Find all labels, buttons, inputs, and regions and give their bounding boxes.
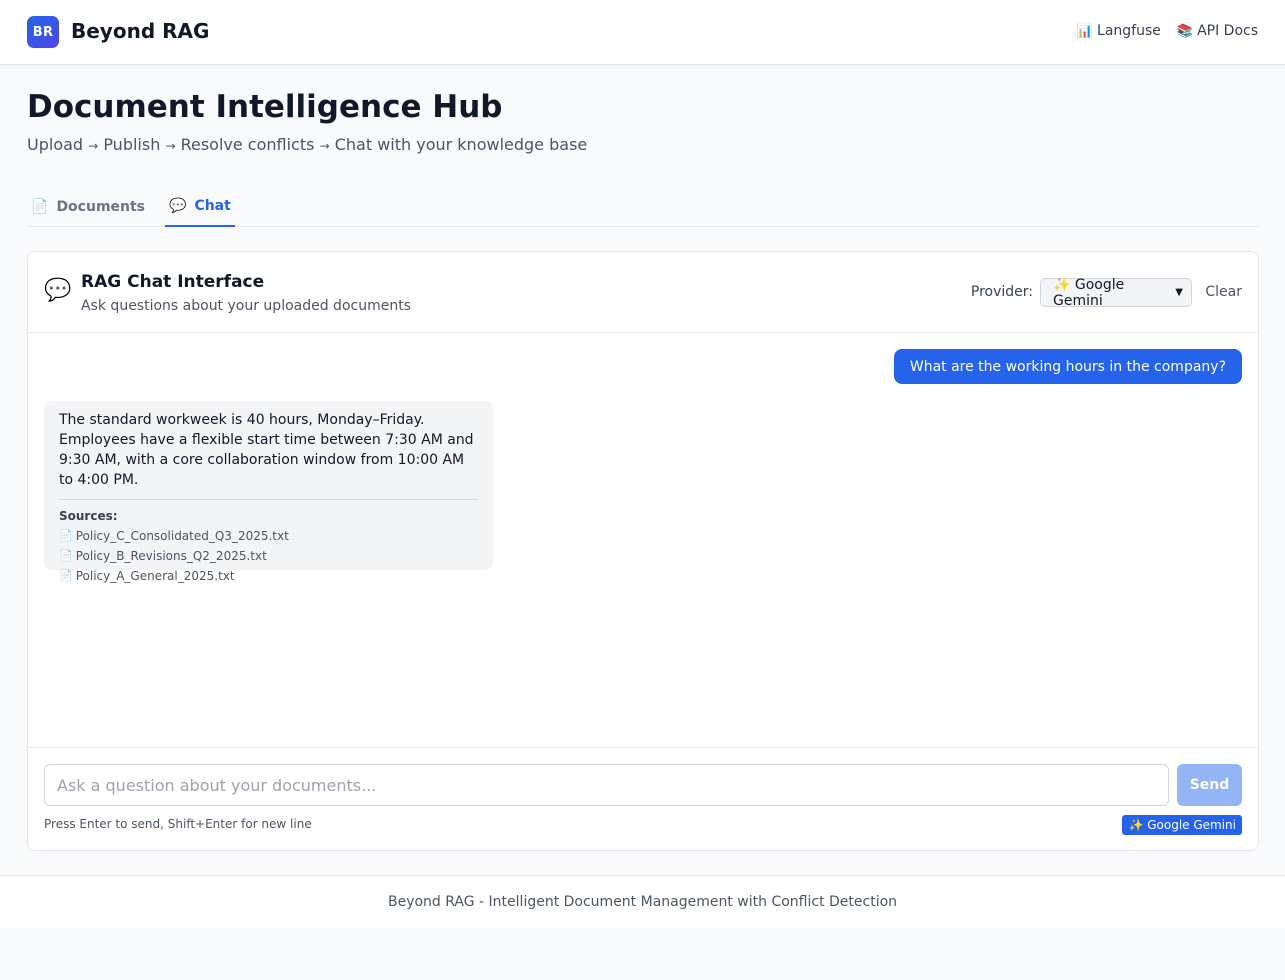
header-links: 📊 Langfuse 📚 API Docs	[1077, 23, 1258, 39]
step-resolve: Resolve conflicts	[180, 135, 315, 154]
langfuse-link[interactable]: 📊 Langfuse	[1077, 23, 1161, 39]
source-filename: Policy_B_Revisions_Q2_2025.txt	[75, 549, 267, 563]
provider-badge: ✨ Google Gemini	[1122, 815, 1242, 835]
top-navbar: BR Beyond RAG 📊 Langfuse 📚 API Docs	[0, 0, 1285, 65]
provider-select-value: ✨ Google Gemini	[1053, 276, 1125, 309]
brand-name[interactable]: Beyond RAG	[71, 19, 209, 43]
api-docs-link[interactable]: 📚 API Docs	[1177, 23, 1258, 39]
provider-select[interactable]: ✨ Google Gemini ▼	[1040, 276, 1192, 309]
clear-button[interactable]: Clear	[1205, 284, 1242, 300]
tab-documents[interactable]: 📄 Documents	[27, 186, 149, 227]
chat-subtitle: Ask questions about your uploaded docume…	[81, 298, 411, 314]
arrow-icon: →	[165, 139, 176, 153]
speech-bubble-icon: 💬	[44, 278, 72, 303]
books-icon: 📚	[1176, 23, 1194, 39]
chat-panel: 💬 RAG Chat Interface Ask questions about…	[27, 251, 1259, 851]
source-item[interactable]: 📄 Policy_C_Consolidated_Q3_2025.txt	[59, 526, 478, 546]
chevron-down-icon: ▼	[1175, 287, 1183, 298]
assistant-message: The standard workweek is 40 hours, Monda…	[44, 401, 493, 583]
source-filename: Policy_C_Consolidated_Q3_2025.txt	[75, 529, 289, 543]
tab-chat[interactable]: 💬 Chat	[165, 186, 235, 227]
footer-text: Beyond RAG - Intelligent Document Manage…	[387, 894, 898, 910]
assistant-message-text: The standard workweek is 40 hours, Monda…	[59, 412, 474, 488]
document-icon: 📄	[59, 549, 73, 562]
tab-chat-label: Chat	[194, 197, 231, 214]
arrow-icon: →	[88, 139, 99, 153]
speech-bubble-icon: 💬	[169, 197, 187, 214]
source-item[interactable]: 📄 Policy_B_Revisions_Q2_2025.txt	[59, 546, 478, 566]
tab-documents-label: Documents	[56, 198, 146, 215]
page-subtitle: Upload → Publish → Resolve conflicts → C…	[27, 135, 587, 154]
send-button[interactable]: Send	[1177, 764, 1242, 806]
langfuse-link-label: Langfuse	[1097, 23, 1161, 39]
user-message: What are the working hours in the compan…	[893, 349, 1242, 384]
brand-logo[interactable]: BR	[27, 16, 59, 48]
api-docs-link-label: API Docs	[1197, 23, 1258, 39]
source-item[interactable]: 📄 Policy_A_General_2025.txt	[59, 566, 478, 586]
step-upload: Upload	[27, 135, 84, 154]
document-icon: 📄	[31, 198, 49, 215]
page-title: Document Intelligence Hub	[27, 89, 503, 125]
page-footer: Beyond RAG - Intelligent Document Manage…	[0, 875, 1285, 928]
chat-input-area: Send Press Enter to send, Shift+Enter fo…	[28, 747, 1258, 851]
step-chat: Chat with your knowledge base	[334, 135, 588, 154]
source-filename: Policy_A_General_2025.txt	[75, 569, 235, 583]
chat-panel-header: 💬 RAG Chat Interface Ask questions about…	[28, 252, 1258, 333]
document-icon: 📄	[59, 529, 73, 542]
arrow-icon: →	[319, 139, 330, 153]
document-icon: 📄	[59, 569, 73, 582]
step-publish: Publish	[103, 135, 161, 154]
sources-label: Sources:	[59, 509, 118, 523]
divider	[59, 499, 478, 500]
chat-title: RAG Chat Interface	[81, 272, 265, 292]
input-hint: Press Enter to send, Shift+Enter for new…	[44, 817, 312, 831]
provider-label: Provider:	[970, 284, 1033, 300]
chat-input[interactable]	[44, 764, 1169, 806]
chart-icon: 📊	[1076, 23, 1094, 39]
main-tabs: 📄 Documents 💬 Chat	[27, 186, 1259, 227]
